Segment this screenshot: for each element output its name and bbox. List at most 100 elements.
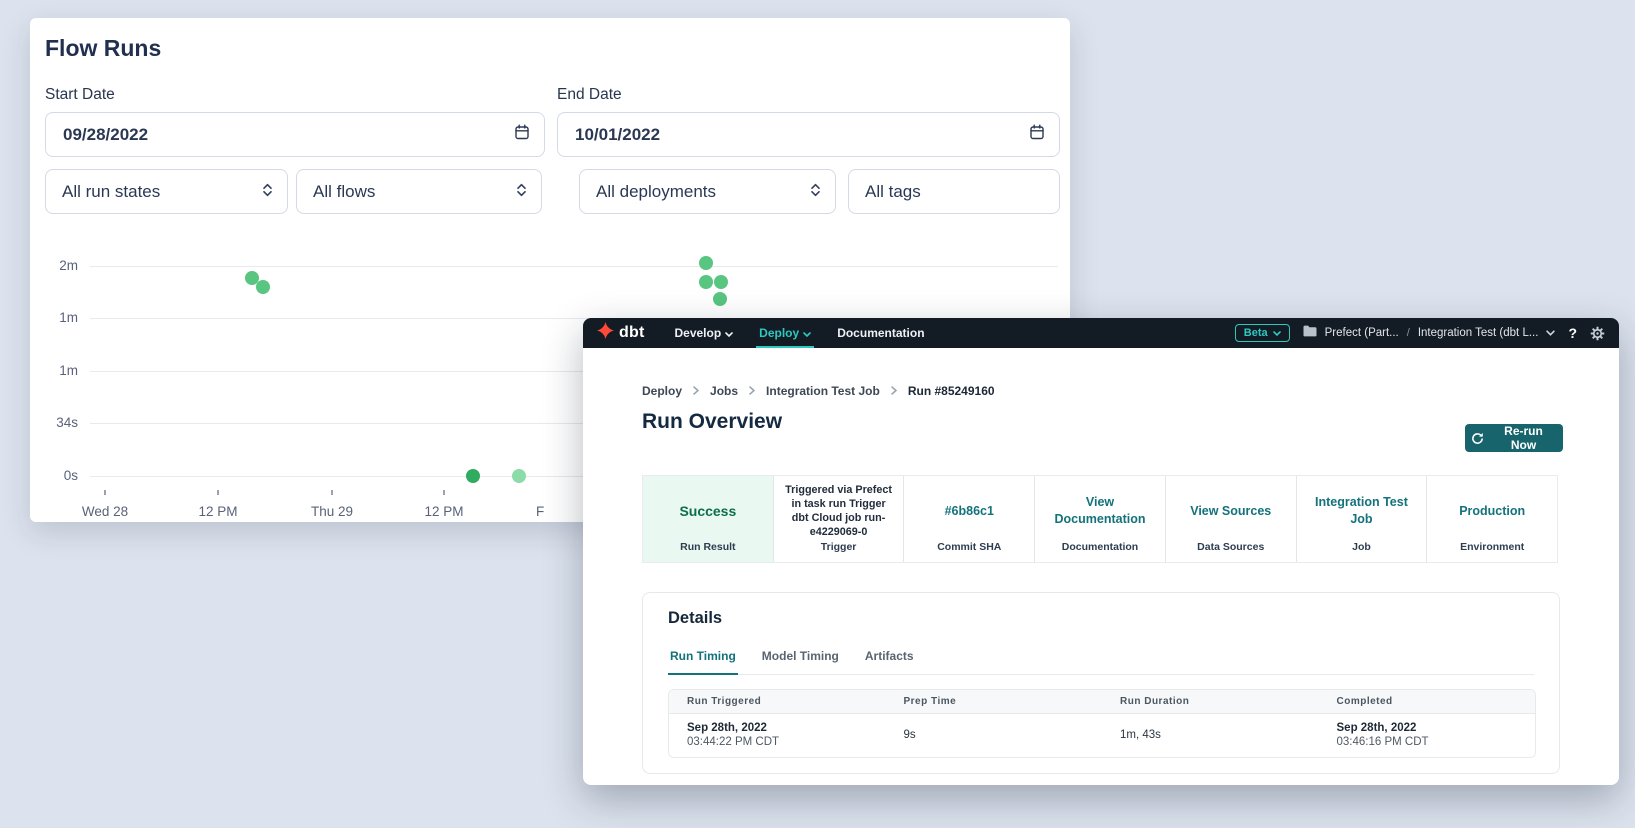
breadcrumb-item[interactable]: Integration Test Job: [766, 384, 880, 398]
dbt-window: dbt Develop Deploy Documentation Beta: [583, 318, 1619, 785]
flow-run-dot[interactable]: [512, 469, 526, 483]
status-card-documentation: View Documentation Documentation: [1035, 476, 1166, 562]
status-label: Commit SHA: [904, 541, 1034, 553]
status-card-data-sources: View Sources Data Sources: [1166, 476, 1297, 562]
col-run-triggered: Run Triggered: [669, 690, 886, 713]
breadcrumb: Deploy Jobs Integration Test Job Run #85…: [642, 384, 995, 398]
rerun-now-label: Re-run Now: [1490, 424, 1557, 452]
run-status-cards: Success Run Result Triggered via Prefect…: [642, 475, 1558, 563]
x-axis-tick-label: F: [536, 504, 576, 519]
flow-run-dot[interactable]: [714, 275, 728, 289]
view-documentation-link[interactable]: View Documentation: [1044, 494, 1156, 528]
environment-link[interactable]: Production: [1459, 503, 1525, 520]
breadcrumb-chevron-icon: [891, 384, 897, 398]
col-run-duration: Run Duration: [1102, 690, 1319, 713]
status-label: Run Result: [643, 541, 773, 553]
x-axis-tick: [331, 490, 333, 495]
beta-badge[interactable]: Beta: [1235, 324, 1290, 342]
nav-deploy[interactable]: Deploy: [759, 318, 811, 348]
status-card-run-result: Success Run Result: [643, 476, 774, 562]
breadcrumb-item[interactable]: Jobs: [710, 384, 738, 398]
x-axis-tick: [104, 490, 106, 495]
x-axis-tick-label: 12 PM: [399, 504, 489, 519]
completed-date: Sep 28th, 2022: [1337, 722, 1528, 734]
col-prep-time: Prep Time: [886, 690, 1103, 713]
dbt-navbar: dbt Develop Deploy Documentation Beta: [583, 318, 1619, 348]
y-axis-tick-label: 0s: [30, 468, 78, 483]
help-icon[interactable]: ?: [1568, 325, 1577, 341]
run-overview-title: Run Overview: [642, 410, 782, 434]
project-picker[interactable]: Prefect (Part... / Integration Test (dbt…: [1303, 324, 1556, 342]
y-axis-tick-label: 2m: [30, 258, 78, 273]
nav-item-label: Deploy: [759, 326, 799, 340]
navbar-right: Beta Prefect (Part... / Integration Test…: [1235, 324, 1605, 342]
breadcrumb-chevron-icon: [749, 384, 755, 398]
y-axis-tick-label: 34s: [30, 415, 78, 430]
flow-run-dot[interactable]: [699, 256, 713, 270]
account-name: Prefect (Part...: [1325, 327, 1399, 339]
status-label: Trigger: [774, 541, 904, 553]
chevron-down-icon: [803, 326, 811, 340]
chevron-down-icon: [1273, 327, 1281, 339]
run-triggered-time: 03:44:22 PM CDT: [687, 736, 878, 748]
nav-develop[interactable]: Develop: [674, 318, 733, 348]
col-completed: Completed: [1319, 690, 1536, 713]
run-timing-table: Run Triggered Prep Time Run Duration Com…: [668, 689, 1536, 758]
flow-run-dot[interactable]: [466, 469, 480, 483]
dbt-logo[interactable]: dbt: [597, 322, 644, 344]
tab-run-timing[interactable]: Run Timing: [668, 649, 738, 675]
tab-model-timing[interactable]: Model Timing: [760, 649, 841, 674]
dbt-logo-text: dbt: [619, 324, 644, 342]
table-header-row: Run Triggered Prep Time Run Duration Com…: [669, 690, 1535, 714]
cell-run-duration: 1m, 43s: [1102, 714, 1319, 757]
rerun-now-button[interactable]: Re-run Now: [1465, 424, 1563, 452]
chevron-down-icon: [1546, 330, 1555, 336]
details-panel: Details Run Timing Model Timing Artifact…: [642, 592, 1560, 774]
status-card-job: Integration Test Job Job: [1297, 476, 1428, 562]
nav-item-label: Documentation: [837, 326, 924, 340]
x-axis-tick-label: 12 PM: [173, 504, 263, 519]
flow-run-dot[interactable]: [699, 275, 713, 289]
dbt-logo-icon: [597, 322, 614, 344]
status-label: Environment: [1427, 541, 1557, 553]
x-axis-tick-label: Thu 29: [287, 504, 377, 519]
status-value: Success: [679, 502, 736, 521]
breadcrumb-chevron-icon: [693, 384, 699, 398]
project-name: Integration Test (dbt L...: [1418, 327, 1539, 339]
gear-icon[interactable]: [1590, 326, 1605, 341]
refresh-icon: [1471, 432, 1484, 445]
details-tabs: Run Timing Model Timing Artifacts: [668, 649, 1534, 675]
breadcrumb-current: Run #85249160: [908, 384, 995, 398]
gridline: [90, 266, 1058, 267]
flow-run-dot[interactable]: [256, 280, 270, 294]
view-sources-link[interactable]: View Sources: [1190, 503, 1271, 520]
x-axis-tick: [217, 490, 219, 495]
status-label: Documentation: [1035, 541, 1165, 553]
flow-run-dot[interactable]: [713, 292, 727, 306]
tab-artifacts[interactable]: Artifacts: [863, 649, 916, 674]
nav-documentation[interactable]: Documentation: [837, 318, 924, 348]
table-row: Sep 28th, 2022 03:44:22 PM CDT 9s 1m, 43…: [669, 714, 1535, 757]
cell-prep-time: 9s: [886, 714, 1103, 757]
status-label: Data Sources: [1166, 541, 1296, 553]
cell-completed: Sep 28th, 2022 03:46:16 PM CDT: [1319, 714, 1536, 757]
x-axis-tick: [443, 490, 445, 495]
run-triggered-date: Sep 28th, 2022: [687, 722, 878, 734]
y-axis-tick-label: 1m: [30, 310, 78, 325]
chevron-down-icon: [725, 326, 733, 340]
run-duration-value: 1m, 43s: [1120, 729, 1311, 741]
status-card-commit-sha: #6b86c1 Commit SHA: [904, 476, 1035, 562]
beta-label: Beta: [1244, 327, 1268, 339]
details-title: Details: [668, 609, 722, 628]
y-axis-tick-label: 1m: [30, 363, 78, 378]
folder-icon: [1303, 324, 1317, 342]
path-separator: /: [1407, 327, 1410, 339]
breadcrumb-item[interactable]: Deploy: [642, 384, 682, 398]
job-link[interactable]: Integration Test Job: [1306, 494, 1418, 528]
completed-time: 03:46:16 PM CDT: [1337, 736, 1528, 748]
nav-item-label: Develop: [674, 326, 721, 340]
status-value: Triggered via Prefect in task run Trigge…: [783, 483, 895, 539]
commit-sha-link[interactable]: #6b86c1: [945, 503, 994, 520]
status-card-environment: Production Environment: [1427, 476, 1557, 562]
status-card-trigger: Triggered via Prefect in task run Trigge…: [774, 476, 905, 562]
